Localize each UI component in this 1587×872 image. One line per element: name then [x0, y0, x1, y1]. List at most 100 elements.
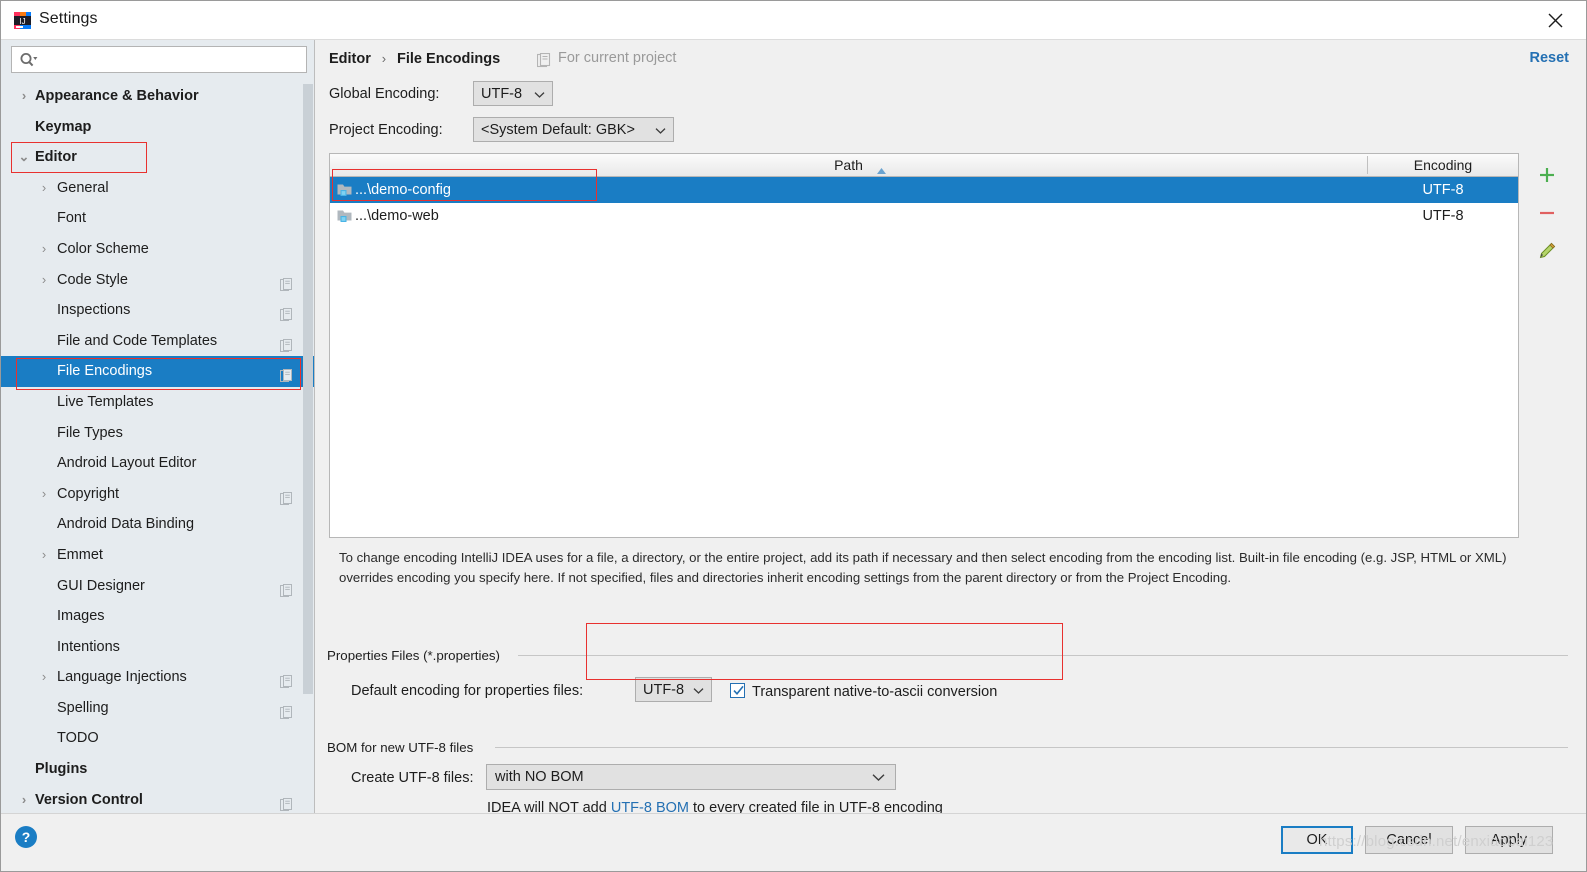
ok-button[interactable]: OK: [1281, 826, 1353, 854]
sidebar-item-keymap[interactable]: Keymap: [1, 112, 315, 143]
sidebar-item-android-data-binding[interactable]: Android Data Binding: [1, 509, 315, 540]
search-input[interactable]: [42, 47, 302, 72]
transparent-native-to-ascii-label[interactable]: Transparent native-to-ascii conversion: [752, 684, 997, 700]
sidebar-item-gui-designer[interactable]: GUI Designer: [1, 571, 315, 602]
table-row[interactable]: ...\demo-web UTF-8: [330, 203, 1518, 229]
sidebar-item-label: Spelling: [57, 699, 109, 716]
project-scope-icon: [280, 273, 293, 291]
sidebar-item-copyright[interactable]: › Copyright: [1, 479, 315, 510]
chevron-down-icon: [872, 769, 885, 785]
global-encoding-combo[interactable]: UTF-8: [473, 81, 553, 106]
settings-tree: › Appearance & Behavior Keymap ⌄ Editor › Gene…: [1, 81, 315, 813]
chevron-right-icon[interactable]: ›: [17, 785, 31, 813]
project-scope-icon: [280, 334, 293, 352]
project-scope-icon: [280, 487, 293, 505]
help-button[interactable]: ?: [15, 826, 37, 848]
sidebar-item-editor[interactable]: ⌄ Editor: [1, 142, 315, 173]
sidebar-item-emmet[interactable]: › Emmet: [1, 540, 315, 571]
chevron-right-icon[interactable]: ›: [37, 234, 51, 265]
sidebar-item-todo[interactable]: TODO: [1, 723, 315, 754]
chevron-right-icon[interactable]: ›: [37, 540, 51, 571]
settings-dialog: IJ Settings › Appearance & Behavior Keymap…: [0, 0, 1587, 872]
sidebar-item-label: Inspections: [57, 302, 131, 319]
sidebar-item-file-types[interactable]: File Types: [1, 418, 315, 449]
cancel-button[interactable]: Cancel: [1365, 826, 1453, 854]
title-bar: IJ Settings: [1, 1, 1586, 40]
project-scope-icon: [280, 364, 293, 383]
sidebar-item-general[interactable]: › General: [1, 173, 315, 204]
sidebar-item-label: Appearance & Behavior: [35, 88, 199, 104]
sidebar-scrollbar-thumb[interactable]: [303, 84, 313, 694]
chevron-right-icon[interactable]: ›: [37, 265, 51, 296]
chevron-right-icon[interactable]: ›: [37, 662, 51, 693]
properties-encoding-combo[interactable]: UTF-8: [635, 677, 712, 702]
sidebar-item-label: Language Injections: [57, 669, 187, 686]
bom-group-title: BOM for new UTF-8 files: [327, 740, 474, 755]
sidebar-item-android-layout-editor[interactable]: Android Layout Editor: [1, 448, 315, 479]
sidebar-item-label: Images: [57, 608, 105, 625]
main-panel: Editor › File Encodings For current proj…: [315, 40, 1586, 816]
sidebar-item-label: Plugins: [35, 761, 88, 778]
sidebar-item-file-encodings[interactable]: File Encodings: [1, 356, 315, 387]
reset-link[interactable]: Reset: [1530, 50, 1570, 66]
properties-group-title: Properties Files (*.properties): [327, 648, 500, 663]
sidebar-item-label: Version Control: [35, 791, 143, 808]
chevron-right-icon[interactable]: ›: [17, 81, 31, 112]
table-cell-encoding[interactable]: UTF-8: [1368, 177, 1518, 203]
table-header: Path Encoding: [330, 154, 1518, 177]
project-scope-icon: [280, 701, 293, 719]
sidebar-item-appearance-behavior[interactable]: › Appearance & Behavior: [1, 81, 315, 112]
chevron-down-icon: [693, 682, 704, 698]
global-encoding-value: UTF-8: [481, 85, 523, 102]
sidebar-item-intentions[interactable]: Intentions: [1, 632, 315, 663]
transparent-native-to-ascii-checkbox[interactable]: [730, 683, 745, 698]
project-encoding-value: <System Default: GBK>: [481, 121, 635, 138]
sidebar-item-color-scheme[interactable]: › Color Scheme: [1, 234, 315, 265]
sidebar-item-label: File Encodings: [57, 363, 153, 380]
sidebar-item-label: Copyright: [57, 485, 120, 502]
chevron-down-icon: [534, 86, 545, 102]
table-cell-path: ...\demo-config: [355, 182, 451, 198]
default-properties-encoding-label: Default encoding for properties files:: [351, 683, 584, 699]
window-title: Settings: [39, 10, 98, 27]
column-header-path[interactable]: Path: [330, 154, 1367, 176]
table-row[interactable]: ...\demo-config UTF-8: [330, 177, 1518, 203]
chevron-down-icon[interactable]: ⌄: [17, 142, 31, 173]
sidebar-item-font[interactable]: Font: [1, 203, 315, 234]
sidebar-item-plugins[interactable]: Plugins: [1, 754, 315, 785]
sidebar-item-images[interactable]: Images: [1, 601, 315, 632]
close-icon[interactable]: [1532, 1, 1578, 39]
intellij-idea-icon: IJ: [13, 11, 32, 30]
search-box[interactable]: [11, 46, 307, 73]
properties-encoding-value: UTF-8: [643, 681, 685, 698]
sidebar-item-label: GUI Designer: [57, 577, 145, 594]
table-cell-encoding[interactable]: UTF-8: [1368, 203, 1518, 229]
svg-text:IJ: IJ: [19, 17, 25, 26]
sidebar-item-label: Keymap: [35, 118, 92, 135]
sidebar-item-version-control[interactable]: › Version Control: [1, 785, 315, 813]
scope-note-label: For current project: [558, 50, 677, 66]
apply-button[interactable]: Apply: [1465, 826, 1553, 854]
breadcrumb-current: File Encodings: [397, 51, 501, 67]
breadcrumb-parent[interactable]: Editor: [329, 51, 371, 67]
project-encoding-label: Project Encoding:: [329, 122, 443, 138]
sidebar-item-code-style[interactable]: › Code Style: [1, 265, 315, 296]
sidebar-item-label: File and Code Templates: [57, 332, 218, 349]
create-utf8-files-label: Create UTF-8 files:: [351, 770, 474, 786]
sidebar-item-file-and-code-templates[interactable]: File and Code Templates: [1, 326, 315, 357]
sidebar-item-inspections[interactable]: Inspections: [1, 295, 315, 326]
sidebar-item-spelling[interactable]: Spelling: [1, 693, 315, 724]
encodings-help-text: To change encoding IntelliJ IDEA uses fo…: [339, 550, 1507, 585]
encodings-table: Path Encoding ...\demo-config UTF-8 ...\de…: [329, 153, 1519, 538]
sidebar-item-live-templates[interactable]: Live Templates: [1, 387, 315, 418]
bom-select[interactable]: with NO BOM: [486, 764, 896, 790]
chevron-right-icon[interactable]: ›: [37, 173, 51, 204]
sidebar-item-label: Live Templates: [57, 393, 154, 410]
column-header-encoding[interactable]: Encoding: [1368, 154, 1518, 176]
edit-button[interactable]: [1525, 229, 1569, 273]
sidebar-item-language-injections[interactable]: › Language Injections: [1, 662, 315, 693]
project-scope-icon: [280, 670, 293, 689]
chevron-right-icon[interactable]: ›: [37, 479, 51, 510]
sidebar-item-label: Intentions: [57, 638, 120, 655]
project-encoding-combo[interactable]: <System Default: GBK>: [473, 117, 674, 142]
